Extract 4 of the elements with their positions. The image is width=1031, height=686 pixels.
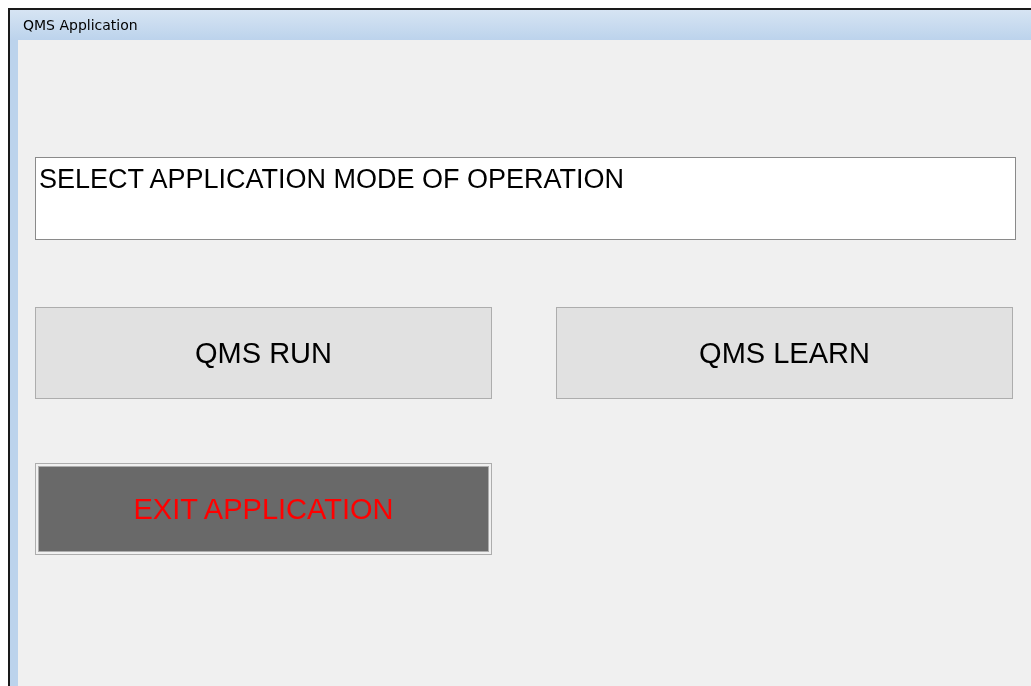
mode-button[interactable]: QMS RUN xyxy=(35,307,492,399)
mode-button[interactable]: QMS LEARN xyxy=(556,307,1013,399)
window-title: QMS Application xyxy=(10,10,1031,40)
message-field: SELECT APPLICATION MODE OF OPERATION xyxy=(35,157,1016,240)
